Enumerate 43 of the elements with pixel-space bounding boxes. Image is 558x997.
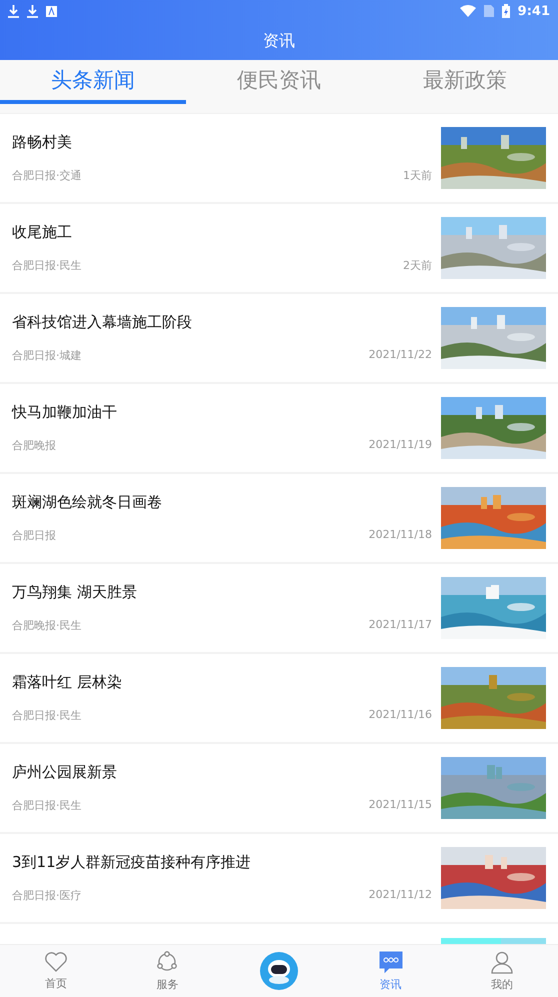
news-title[interactable]: 省科技馆进入幕墙施工阶段 bbox=[12, 313, 432, 332]
news-source: 合肥日报·民生 bbox=[12, 708, 82, 723]
news-title[interactable]: 路畅村美 bbox=[12, 133, 432, 152]
page-title: 资讯 bbox=[262, 30, 296, 52]
news-source: 合肥晚报·民生 bbox=[12, 618, 82, 633]
download-icon bbox=[27, 4, 38, 18]
news-title[interactable]: 快马加鞭加油干 bbox=[12, 403, 432, 422]
app-icon bbox=[46, 6, 57, 16]
download-icon bbox=[8, 4, 19, 18]
news-source: 合肥日报·城建 bbox=[12, 348, 82, 363]
chat-icon bbox=[378, 950, 403, 974]
news-date: 2021/11/15 bbox=[368, 798, 432, 813]
news-date: 2021/11/17 bbox=[368, 618, 432, 633]
news-date: 2021/11/19 bbox=[368, 438, 432, 453]
news-title[interactable]: 收尾施工 bbox=[12, 223, 432, 242]
news-source: 合肥日报·医疗 bbox=[12, 888, 82, 903]
clock-time: 9:41 bbox=[518, 4, 550, 18]
heart-icon bbox=[44, 951, 68, 973]
news-date: 1天前 bbox=[403, 168, 432, 183]
news-title[interactable]: 霜落叶红 层林染 bbox=[12, 673, 432, 692]
news-title[interactable]: 庐州公园展新景 bbox=[12, 763, 432, 782]
nav-tab[interactable]: 我的 bbox=[446, 945, 558, 997]
no-sim-icon bbox=[484, 5, 494, 17]
robot-icon bbox=[258, 951, 299, 991]
news-source: 合肥日报 bbox=[12, 528, 56, 543]
news-date: 2021/11/18 bbox=[368, 528, 432, 543]
news-source: 合肥日报·民生 bbox=[12, 798, 82, 813]
news-title[interactable]: 斑斓湖色绘就冬日画卷 bbox=[12, 493, 432, 512]
wifi-icon bbox=[460, 5, 476, 17]
news-date: 2021/11/12 bbox=[368, 888, 432, 903]
news-date: 2021/11/16 bbox=[368, 708, 432, 723]
news-title[interactable]: 3到11岁人群新冠疫苗接种有序推进 bbox=[12, 853, 432, 872]
news-source: 合肥晚报 bbox=[12, 438, 56, 453]
news-date: 2天前 bbox=[403, 258, 432, 273]
news-source: 合肥日报·民生 bbox=[12, 258, 82, 273]
news-source: 合肥日报·交通 bbox=[12, 168, 82, 183]
battery-icon bbox=[502, 4, 510, 18]
news-date: 2021/11/22 bbox=[368, 348, 432, 363]
nav-tab[interactable]: 服务 bbox=[112, 945, 224, 997]
category-tab[interactable]: 头条新闻 bbox=[0, 60, 186, 104]
news-title[interactable]: 万鸟翔集 湖天胜景 bbox=[12, 583, 432, 602]
nav-tab[interactable]: 首页 bbox=[0, 945, 112, 997]
person-icon bbox=[490, 950, 514, 974]
